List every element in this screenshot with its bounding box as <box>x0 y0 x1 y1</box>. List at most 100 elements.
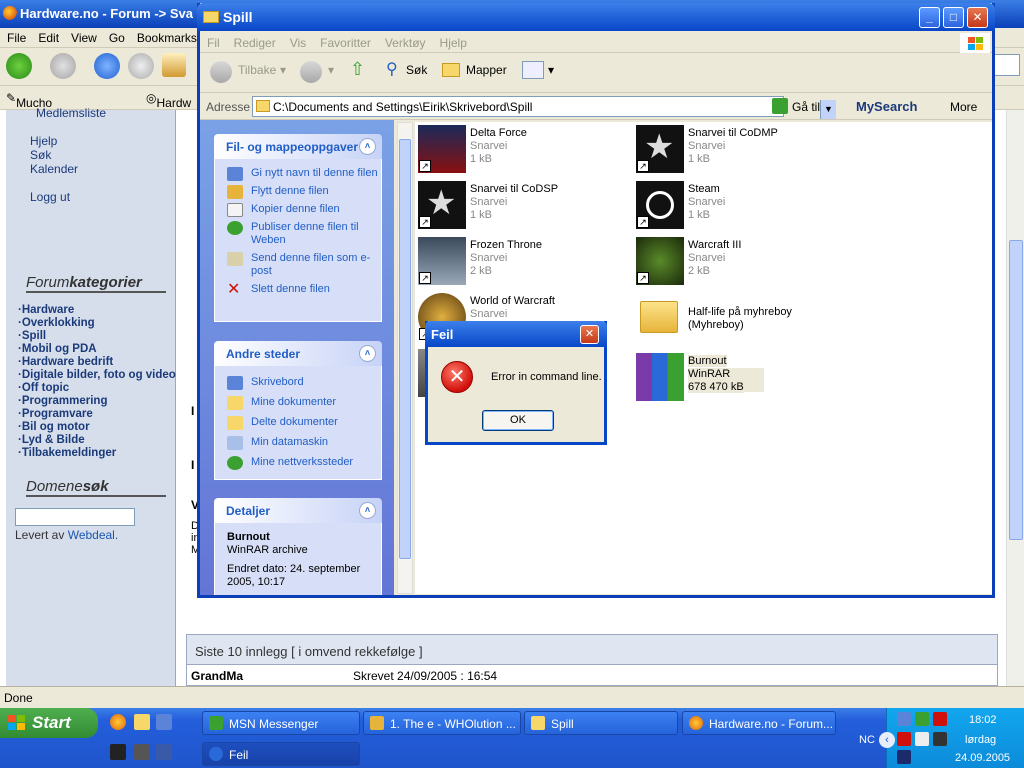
post-author[interactable]: GrandMa <box>191 669 243 683</box>
tray-icon[interactable] <box>933 712 947 726</box>
file-steam[interactable]: ↗ Steam Snarvei 1 kB <box>636 181 846 233</box>
category-link[interactable]: Overklokking <box>18 317 178 330</box>
place-my-computer[interactable]: Min datamaskin <box>215 436 381 450</box>
menu-hjelp[interactable]: Hjelp <box>433 31 474 50</box>
ie-quicklaunch-icon[interactable] <box>156 714 172 730</box>
menu-edit[interactable]: Edit <box>31 28 64 45</box>
start-button[interactable]: Start <box>0 708 98 738</box>
back-button[interactable]: Tilbake <box>238 63 276 77</box>
task-feil[interactable]: Feil <box>202 742 360 766</box>
bookmark-hardware[interactable]: ◎ Hardw <box>146 91 191 110</box>
network-tray-icon[interactable] <box>897 712 911 726</box>
task-publish[interactable]: Publiser denne filen til Weben <box>215 221 381 247</box>
minimize-button[interactable]: _ <box>919 7 940 28</box>
file-codsp[interactable]: ★ ↗ Snarvei til CoDSP Snarvei 1 kB <box>418 181 628 233</box>
more-button[interactable]: More <box>950 100 977 114</box>
link-member-list[interactable]: Medlemsliste <box>36 106 106 120</box>
folders-icon[interactable] <box>442 63 460 77</box>
collapse-chevron-icon[interactable]: ˄ <box>359 345 376 362</box>
forward-arrow-icon[interactable] <box>50 53 76 79</box>
chevron-down-icon[interactable]: ▾ <box>280 63 286 77</box>
task-delete[interactable]: ✕ Slett denne filen <box>215 282 381 298</box>
collapse-chevron-icon[interactable]: ˄ <box>359 138 376 155</box>
menu-verktoy[interactable]: Verktøy <box>378 31 433 50</box>
webdeal-link[interactable]: Webdeal. <box>68 528 118 542</box>
folders-button[interactable]: Mapper <box>466 63 507 77</box>
task-move[interactable]: Flytt denne filen <box>215 185 381 199</box>
category-link[interactable]: Tilbakemeldinger <box>18 447 178 460</box>
category-link[interactable]: Hardware <box>18 304 178 317</box>
language-indicator[interactable]: NC <box>859 734 875 746</box>
menu-favoritter[interactable]: Favoritter <box>313 31 378 50</box>
clock-time[interactable]: 18:02 <box>969 714 997 726</box>
task-email[interactable]: Send denne filen som e-post <box>215 252 381 278</box>
category-link[interactable]: Hardware bedrift <box>18 356 178 369</box>
dialog-close-button[interactable]: ✕ <box>580 325 599 344</box>
app-quicklaunch-icon[interactable] <box>134 744 150 760</box>
category-link[interactable]: Bil og motor <box>18 421 178 434</box>
file-burnout[interactable]: Burnout WinRAR archive 678 470 kB <box>636 353 764 405</box>
menu-bookmarks[interactable]: Bookmarks <box>130 28 202 45</box>
tray-icon[interactable] <box>915 712 929 726</box>
home-icon[interactable] <box>162 53 186 77</box>
task-spill[interactable]: Spill <box>524 711 678 735</box>
app2-quicklaunch-icon[interactable] <box>156 744 172 760</box>
link-calendar[interactable]: Kalender <box>30 162 78 176</box>
category-link[interactable]: Mobil og PDA <box>18 343 178 356</box>
link-help[interactable]: Hjelp <box>30 134 57 148</box>
maximize-button[interactable]: □ <box>943 7 964 28</box>
firefox-scrollbar[interactable] <box>1006 110 1024 686</box>
details-header[interactable]: Detaljer ˄ <box>214 498 382 523</box>
link-search[interactable]: Søk <box>30 148 51 162</box>
chevron-left-icon[interactable]: ‹ <box>879 732 895 748</box>
back-arrow-icon[interactable] <box>210 61 232 83</box>
category-link[interactable]: Spill <box>18 330 178 343</box>
bookmark-mucho-sucko[interactable]: ✎ Mucho Sucko :: Tast... <box>6 91 52 152</box>
file-delta-force[interactable]: ↗ Delta Force Snarvei 1 kB <box>418 125 628 177</box>
file-warcraft3[interactable]: ↗ Warcraft III Snarvei 2 kB <box>636 237 846 289</box>
search-icon[interactable]: ⚲ <box>386 59 398 79</box>
files-scrollbar[interactable] <box>397 122 413 594</box>
back-arrow-icon[interactable] <box>6 53 32 79</box>
url-field[interactable] <box>994 54 1020 76</box>
task-msn-messenger[interactable]: MSN Messenger <box>202 711 360 735</box>
collapse-chevron-icon[interactable]: ˄ <box>359 502 376 519</box>
explorer-title-bar[interactable]: Spill _ □ ✕ <box>197 3 995 31</box>
tray-icon[interactable] <box>915 732 929 746</box>
task-copy[interactable]: Kopier denne filen <box>215 203 381 217</box>
category-link[interactable]: Programmering <box>18 395 178 408</box>
mysearch-button[interactable]: MySearch <box>856 99 917 114</box>
stop-icon[interactable] <box>128 53 154 79</box>
view-icon[interactable] <box>522 61 544 79</box>
domain-search-input[interactable] <box>15 508 135 526</box>
explorer-quicklaunch-icon[interactable] <box>134 714 150 730</box>
category-link[interactable]: Digitale bilder, foto og video <box>18 369 178 382</box>
link-logout[interactable]: Logg ut <box>30 190 70 204</box>
folder-up-icon[interactable]: ⇧ <box>350 59 365 80</box>
media-play-icon[interactable] <box>897 750 911 764</box>
category-link[interactable]: Lyd & Bilde <box>18 434 178 447</box>
reload-icon[interactable] <box>94 53 120 79</box>
dialog-title-bar[interactable]: Feil ✕ <box>425 321 607 347</box>
ati-icon[interactable] <box>897 732 911 746</box>
file-frozen-throne[interactable]: ↗ Frozen Throne Snarvei 2 kB <box>418 237 628 289</box>
star-quicklaunch-icon[interactable] <box>110 744 126 760</box>
place-my-documents[interactable]: Mine dokumenter <box>215 396 381 410</box>
task-wholution[interactable]: 1. The e - WHOlution ... <box>363 711 521 735</box>
menu-fil[interactable]: Fil <box>200 31 227 50</box>
ok-button[interactable]: OK <box>482 410 554 431</box>
menu-rediger[interactable]: Rediger <box>227 31 283 50</box>
menu-view[interactable]: View <box>64 28 102 45</box>
address-input[interactable]: C:\Documents and Settings\Eirik\Skrivebo… <box>252 96 836 119</box>
chevron-down-icon[interactable]: ▼ <box>820 100 836 119</box>
file-tasks-header[interactable]: Fil- og mappeoppgaver ˄ <box>214 134 382 159</box>
file-codmp[interactable]: ★ ↗ Snarvei til CoDMP Snarvei 1 kB <box>636 125 846 177</box>
goto-button[interactable]: Gå til <box>771 98 820 114</box>
category-link[interactable]: Off topic <box>18 382 178 395</box>
scrollbar-thumb[interactable] <box>1009 240 1023 540</box>
task-rename[interactable]: Gi nytt navn til denne filen <box>215 167 381 181</box>
close-button[interactable]: ✕ <box>967 7 988 28</box>
chevron-down-icon[interactable]: ▾ <box>328 63 334 77</box>
forward-arrow-icon[interactable] <box>300 61 322 83</box>
place-shared-documents[interactable]: Delte dokumenter <box>215 416 381 430</box>
